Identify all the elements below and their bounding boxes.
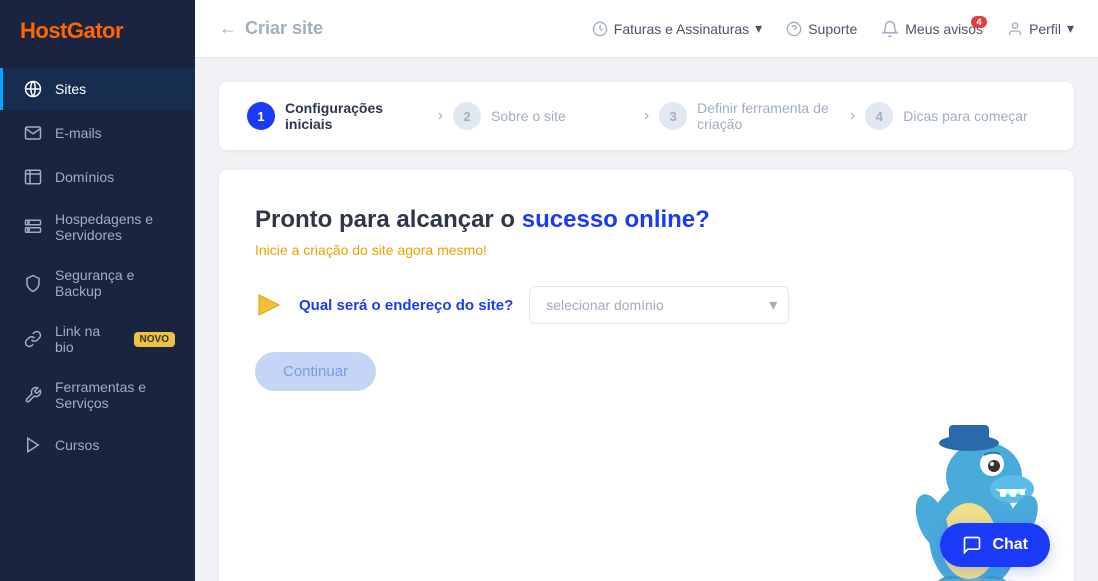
sidebar-item-sites[interactable]: Sites	[0, 68, 195, 110]
topbar-perfil[interactable]: Perfil ▾	[1007, 20, 1074, 37]
topbar-perfil-label: Perfil	[1029, 21, 1061, 37]
sidebar-item-linkbio[interactable]: Link na bio NOVO	[0, 312, 195, 366]
steps-bar: 1 Configurações iniciais › 2 Sobre o sit…	[219, 82, 1074, 150]
form-card: Pronto para alcançar o sucesso online? I…	[219, 170, 1074, 581]
heading-start: Pronto para alcançar o	[255, 206, 522, 233]
sidebar-item-ferramentas[interactable]: Ferramentas e Serviços	[0, 368, 195, 422]
topbar-faturas-label: Faturas e Assinaturas	[614, 21, 749, 37]
flag-icon	[255, 291, 283, 319]
step-label-1: Configurações iniciais	[285, 100, 428, 132]
step-3: 3 Definir ferramenta de criação	[659, 100, 840, 132]
novo-badge: NOVO	[134, 332, 175, 347]
step-label-3: Definir ferramenta de criação	[697, 100, 840, 132]
topbar-avisos[interactable]: 4 Meus avisos	[881, 20, 983, 38]
chat-icon	[962, 535, 982, 555]
sidebar-item-label: Hospedagens e Servidores	[55, 211, 175, 243]
chat-button[interactable]: Chat	[940, 523, 1050, 567]
step-arrow-2: ›	[644, 107, 649, 125]
heading-highlight: sucesso online?	[522, 206, 710, 233]
domain-select[interactable]: selecionar domínio	[529, 286, 789, 324]
sidebar-nav: Sites E-mails Domínios Hospedagens e Ser…	[0, 62, 195, 472]
step-arrow-3: ›	[850, 107, 855, 125]
step-4: 4 Dicas para começar	[865, 102, 1046, 130]
form-subtitle: Inicie a criação do site agora mesmo!	[255, 242, 1038, 258]
chat-label: Chat	[992, 536, 1028, 554]
play-icon	[23, 435, 43, 455]
server-icon	[23, 217, 43, 237]
email-icon	[23, 123, 43, 143]
topbar-perfil-arrow: ▾	[1067, 20, 1074, 37]
sidebar-item-label: Segurança e Backup	[55, 267, 175, 299]
sidebar-item-label: E-mails	[55, 125, 102, 141]
continuar-button[interactable]: Continuar	[255, 352, 376, 391]
sidebar-item-hospedagens[interactable]: Hospedagens e Servidores	[0, 200, 195, 254]
sidebar-item-label: Sites	[55, 81, 86, 97]
sidebar: HostGator Sites E-mails Domínios Hosped	[0, 0, 195, 581]
sidebar-item-emails[interactable]: E-mails	[0, 112, 195, 154]
sidebar-item-label: Link na bio	[55, 323, 118, 355]
page-content: 1 Configurações iniciais › 2 Sobre o sit…	[195, 58, 1098, 581]
back-arrow-icon: ←	[219, 18, 237, 39]
step-2: 2 Sobre o site	[453, 102, 634, 130]
form-heading: Pronto para alcançar o sucesso online?	[255, 206, 1038, 234]
topbar-faturas[interactable]: Faturas e Assinaturas ▾	[592, 20, 762, 37]
topbar-suporte[interactable]: Suporte	[786, 21, 857, 37]
step-circle-2: 2	[453, 102, 481, 130]
sidebar-logo: HostGator	[0, 0, 195, 62]
step-circle-1: 1	[247, 102, 275, 130]
topbar-nav: Faturas e Assinaturas ▾ Suporte 4 Meus a…	[592, 20, 1074, 38]
domain-question-label: Qual será o endereço do site?	[299, 297, 513, 314]
step-1: 1 Configurações iniciais	[247, 100, 428, 132]
sidebar-item-seguranca[interactable]: Segurança e Backup	[0, 256, 195, 310]
main-content: ← Criar site Faturas e Assinaturas ▾ Sup…	[195, 0, 1098, 581]
domain-select-wrapper[interactable]: selecionar domínio	[529, 286, 789, 324]
topbar-faturas-arrow: ▾	[755, 20, 762, 37]
step-arrow-1: ›	[438, 107, 443, 125]
step-label-2: Sobre o site	[491, 108, 566, 124]
topbar-title: Criar site	[245, 18, 323, 39]
sidebar-item-label: Cursos	[55, 437, 99, 453]
link-icon	[23, 329, 43, 349]
sidebar-item-label: Domínios	[55, 169, 114, 185]
step-label-4: Dicas para começar	[903, 108, 1028, 124]
step-circle-3: 3	[659, 102, 687, 130]
step-circle-4: 4	[865, 102, 893, 130]
sidebar-item-label: Ferramentas e Serviços	[55, 379, 175, 411]
domains-icon	[23, 167, 43, 187]
avisos-badge: 4	[971, 16, 987, 28]
sidebar-item-dominios[interactable]: Domínios	[0, 156, 195, 198]
domain-row: Qual será o endereço do site? selecionar…	[255, 286, 1038, 324]
topbar-suporte-label: Suporte	[808, 21, 857, 37]
shield-icon	[23, 273, 43, 293]
topbar: ← Criar site Faturas e Assinaturas ▾ Sup…	[195, 0, 1098, 58]
sidebar-item-cursos[interactable]: Cursos	[0, 424, 195, 466]
back-button[interactable]: ← Criar site	[219, 18, 323, 39]
tools-icon	[23, 385, 43, 405]
globe-icon	[23, 79, 43, 99]
